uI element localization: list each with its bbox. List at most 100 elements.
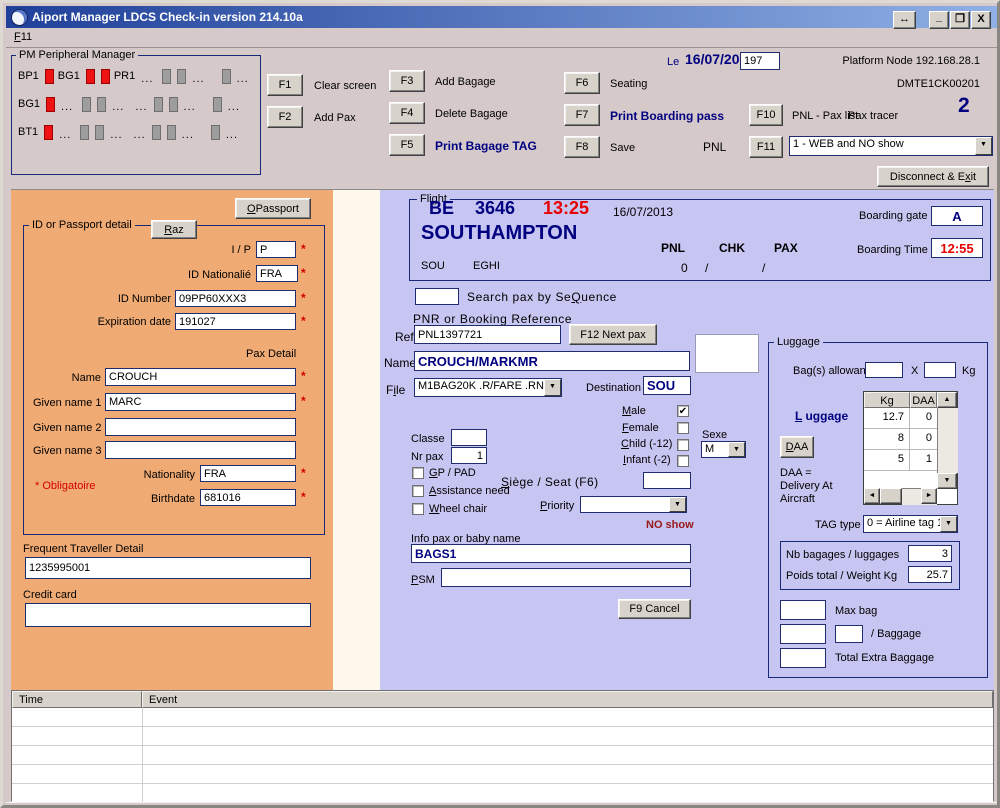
given-name-3-field[interactable]: [105, 441, 296, 459]
log-row[interactable]: [12, 746, 993, 765]
name-field[interactable]: [105, 368, 296, 386]
f1-button[interactable]: F1: [267, 74, 303, 96]
chevron-down-icon[interactable]: ▼: [728, 442, 745, 457]
count-slash: /: [705, 262, 708, 275]
menu-item-f11[interactable]: F11: [14, 31, 32, 44]
female-checkbox[interactable]: [677, 422, 689, 434]
boarding-time-label: Boarding Time: [857, 244, 928, 257]
file-dropdown[interactable]: M1BAG20K .R/FARE .RN/N ▼: [414, 378, 562, 397]
daa-button[interactable]: DAA: [780, 436, 814, 458]
destination-field[interactable]: [643, 376, 691, 395]
o-passport-button[interactable]: O Passport: [235, 198, 311, 219]
scroll-down-icon[interactable]: ▼: [937, 473, 957, 489]
raz-button[interactable]: Raz: [151, 220, 197, 239]
log-row[interactable]: [12, 708, 993, 727]
nationality-field[interactable]: [200, 465, 296, 482]
f11-button[interactable]: F11: [749, 136, 783, 158]
log-row[interactable]: [12, 765, 993, 784]
sequence-number-field[interactable]: [740, 52, 780, 70]
chevron-down-icon[interactable]: ▼: [669, 497, 686, 512]
minimize-icon[interactable]: _: [929, 11, 949, 29]
boarding-gate-field[interactable]: [931, 206, 983, 226]
infant-checkbox[interactable]: [677, 455, 689, 467]
ip-label: I / P: [203, 244, 251, 257]
horizontal-scroll-thumb[interactable]: [880, 488, 902, 504]
led-gray-indicator-icon: [169, 97, 178, 112]
given-name-2-field[interactable]: [105, 418, 296, 436]
ref-field[interactable]: [414, 325, 561, 344]
chevron-down-icon[interactable]: ▼: [975, 137, 992, 155]
max-bag-field[interactable]: [780, 600, 826, 620]
maximize-icon[interactable]: ❐: [950, 11, 970, 29]
scroll-right-icon[interactable]: ►: [921, 488, 937, 504]
boarding-time-field[interactable]: [931, 238, 983, 258]
sexe-dropdown[interactable]: M ▼: [701, 441, 746, 458]
log-row[interactable]: [12, 784, 993, 803]
given-name-1-field[interactable]: [105, 393, 296, 411]
bag-allowance-kg-field[interactable]: [924, 362, 956, 378]
chevron-down-icon[interactable]: ▼: [544, 379, 561, 396]
peripheral-rows: BP1BG1PR1.........BG1...............BT1.…: [17, 67, 255, 167]
classe-field[interactable]: [451, 429, 487, 446]
f4-button[interactable]: F4: [389, 102, 425, 124]
pax-col-label: PAX: [774, 242, 798, 255]
luggage-grid-row[interactable]: 51: [864, 450, 937, 471]
required-marker: *: [301, 394, 306, 408]
name-label: Name: [63, 372, 101, 385]
pax-name-field[interactable]: [414, 351, 690, 371]
f9-cancel-button[interactable]: F9 Cancel: [618, 599, 691, 619]
tag-type-dropdown[interactable]: 0 = Airline tag 1 ▼: [863, 515, 958, 533]
total-extra-baggage-field[interactable]: [780, 648, 826, 668]
f6-button[interactable]: F6: [564, 72, 600, 94]
priority-dropdown[interactable]: ▼: [580, 496, 687, 513]
led-red-indicator-icon: [44, 125, 53, 140]
f2-button[interactable]: F2: [267, 106, 303, 128]
male-checkbox[interactable]: ✔: [677, 405, 689, 417]
child-checkbox[interactable]: [677, 439, 689, 451]
id-nationality-field[interactable]: [256, 265, 298, 282]
scroll-up-icon[interactable]: ▲: [937, 392, 957, 408]
f10-button[interactable]: F10: [749, 104, 783, 126]
log-header-event[interactable]: Event: [142, 691, 993, 708]
chevron-down-icon[interactable]: ▼: [940, 516, 957, 532]
search-sequence-field[interactable]: [415, 288, 459, 305]
extra-baggage-field-1[interactable]: [780, 624, 826, 644]
disconnect-exit-button[interactable]: Disconnect & Exit: [877, 166, 989, 187]
info-pax-field[interactable]: [411, 544, 691, 563]
f5-button[interactable]: F5: [389, 134, 425, 156]
ip-field[interactable]: [256, 241, 296, 258]
f12-next-pax-button[interactable]: F12 Next pax: [569, 324, 657, 345]
wheelchair-checkbox[interactable]: [412, 503, 424, 515]
luggage-group-title: Luggage: [774, 336, 823, 348]
seat-field[interactable]: [643, 472, 691, 489]
required-marker: *: [301, 242, 306, 256]
id-number-field[interactable]: [175, 290, 296, 307]
log-header-time[interactable]: Time: [12, 691, 142, 708]
child-label: Child (-12): [621, 438, 672, 451]
restore-size-icon[interactable]: ↔: [893, 11, 916, 29]
pnl-filter-dropdown[interactable]: 1 - WEB and NO show ▼: [789, 136, 993, 156]
assistance-checkbox[interactable]: [412, 485, 424, 497]
close-icon[interactable]: X: [971, 11, 991, 29]
f7-button[interactable]: F7: [564, 104, 600, 126]
search-sequence-label: Search pax by SeQuence: [467, 291, 617, 304]
nb-bagages-field[interactable]: [908, 545, 952, 562]
credit-card-field[interactable]: [25, 603, 311, 627]
le-label: Le: [667, 56, 679, 69]
psm-field[interactable]: [441, 568, 691, 587]
log-row[interactable]: [12, 727, 993, 746]
extra-baggage-field-2[interactable]: [835, 625, 863, 643]
expiration-date-field[interactable]: [175, 313, 296, 330]
nr-pax-field[interactable]: [451, 447, 487, 464]
scroll-left-icon[interactable]: ◄: [864, 488, 880, 504]
f8-button[interactable]: F8: [564, 136, 600, 158]
f3-button[interactable]: F3: [389, 70, 425, 92]
frequent-traveller-field[interactable]: [25, 557, 311, 579]
vertical-scroll-track[interactable]: [937, 408, 958, 473]
gp-pad-checkbox[interactable]: [412, 467, 424, 479]
luggage-grid-row[interactable]: 80: [864, 429, 937, 450]
poids-total-field[interactable]: [908, 566, 952, 583]
birthdate-field[interactable]: [200, 489, 296, 506]
luggage-grid-row[interactable]: 12.70: [864, 408, 937, 429]
bag-allowance-count-field[interactable]: [865, 362, 903, 378]
